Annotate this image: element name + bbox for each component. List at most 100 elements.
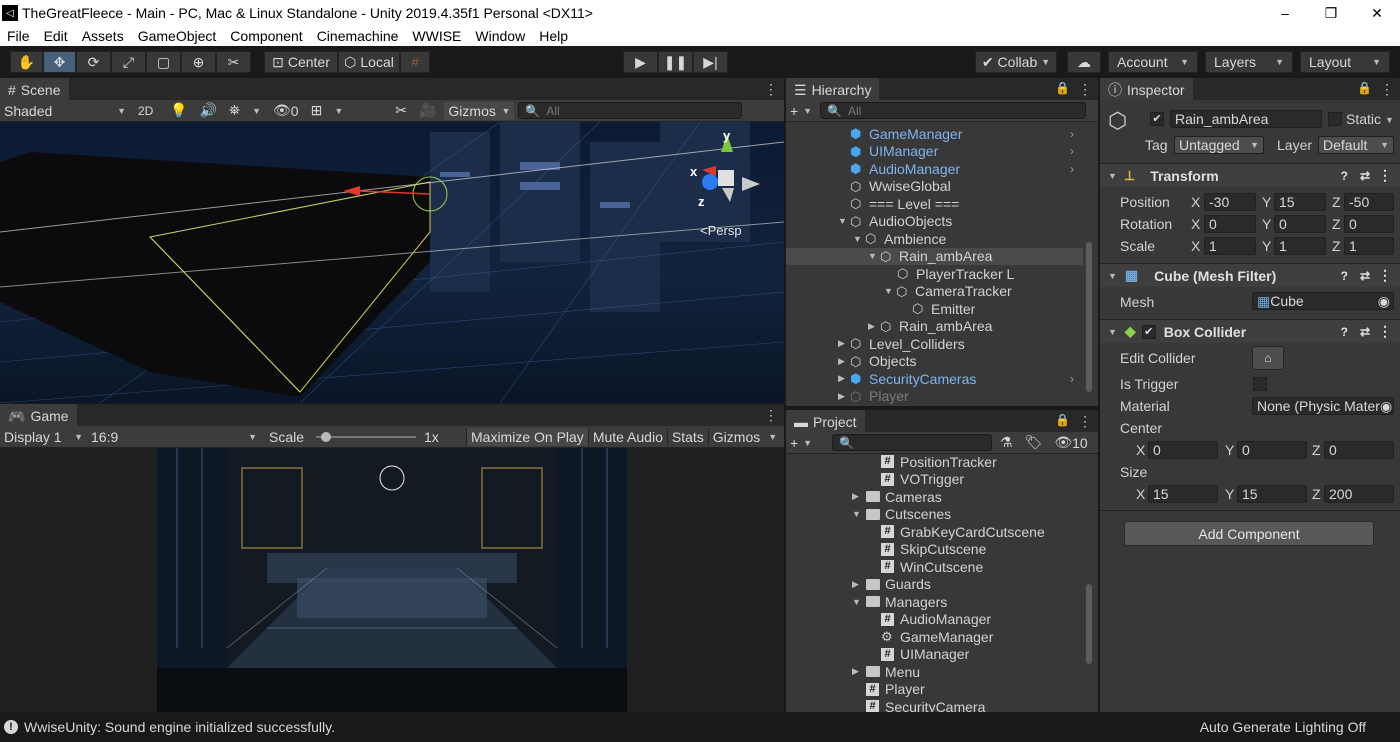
menu-help[interactable]: Help [532,28,575,44]
layers-dropdown[interactable]: Layers ▼ [1205,51,1293,73]
layer-dropdown[interactable]: Default ▼ [1318,136,1394,154]
scale-slider[interactable] [316,428,416,446]
expand-arrow-icon[interactable]: ▼ [852,509,866,519]
center-y-field[interactable]: 0 [1237,441,1307,459]
maximize-on-play-toggle[interactable]: Maximize On Play [466,427,588,446]
lighting-icon[interactable]: 💡 [166,102,191,120]
position-z-field[interactable]: -50 [1344,193,1394,211]
transform-tool-icon[interactable]: ⊕ [181,51,216,73]
layout-dropdown[interactable]: Layout ▼ [1300,51,1390,73]
list-item[interactable]: ▶ Cameras [852,488,942,506]
game-gizmos-toggle[interactable]: Gizmos [707,427,764,446]
tab-inspector[interactable]: ⓘ Inspector [1100,78,1193,100]
project-search-input[interactable]: 🔍 [832,434,992,451]
help-icon[interactable]: ? [1341,325,1348,339]
menu-gameobject[interactable]: GameObject [131,28,224,44]
static-checkbox[interactable] [1328,112,1342,126]
lock-icon[interactable]: 🔒 [1055,81,1070,95]
play-button[interactable]: ▶ [623,51,658,73]
expand-arrow-icon[interactable]: ▼ [1108,271,1117,281]
expand-arrow-icon[interactable]: ▼ [868,251,880,261]
list-item[interactable]: # PositionTracker [881,454,997,471]
list-item[interactable]: ⬢ GameManager [850,125,962,143]
hierarchy-search-input[interactable]: 🔍 All [820,102,1086,119]
active-checkbox[interactable]: ✔ [1150,112,1164,126]
cloud-icon[interactable]: ☁ [1067,51,1101,73]
display-dropdown[interactable]: Display 1 ▼ [0,428,87,446]
expand-arrow-icon[interactable]: ▼ [852,597,866,607]
chevron-right-icon[interactable]: › [1070,372,1074,386]
list-item[interactable]: ⬡ PlayerTracker L [897,265,1014,283]
filter-by-type-icon[interactable]: ⚗ [996,434,1017,452]
menu-assets[interactable]: Assets [75,28,131,44]
box-collider-component-header[interactable]: ▼ ◆ ✔ Box Collider ? ⇄ ⋮ [1100,319,1400,343]
filter-by-label-icon[interactable]: 🏷 [1021,434,1047,452]
list-item[interactable]: ⬡ WwiseGlobal [850,178,951,196]
component-menu-icon[interactable]: ⋮ [1378,267,1392,284]
expand-arrow-icon[interactable]: ▼ [1108,327,1117,337]
size-y-field[interactable]: 15 [1237,485,1307,503]
scene-search-input[interactable]: 🔍 All [518,102,743,119]
create-dropdown[interactable]: + ▼ [786,102,816,120]
list-item[interactable]: ▶ ⬡ Rain_ambArea [868,318,992,336]
panel-menu-icon[interactable]: ⋮ [1078,81,1092,98]
list-item[interactable]: # GrabKeyCardCutscene [881,523,1045,541]
preset-icon[interactable]: ⇄ [1360,269,1370,283]
minimize-button[interactable]: – [1262,5,1308,21]
menu-window[interactable]: Window [468,28,532,44]
projection-toggle[interactable]: <Persp [700,223,742,238]
list-item[interactable]: ▶ ⬡ Objects [838,353,916,371]
aspect-dropdown[interactable]: 16:9 ▼ [87,428,261,446]
enabled-checkbox[interactable]: ✔ [1141,324,1156,339]
list-item[interactable]: ▶ ⬢ SecurityCameras [838,370,976,388]
position-x-field[interactable]: -30 [1204,193,1256,211]
preset-icon[interactable]: ⇄ [1360,169,1370,183]
rect-tool-icon[interactable]: ▢ [146,51,181,73]
lock-icon[interactable]: 🔒 [1357,81,1372,95]
rotation-y-field[interactable]: 0 [1274,215,1326,233]
menu-wwise[interactable]: WWISE [405,28,468,44]
camera-icon[interactable]: 🎥 [415,102,440,120]
panel-menu-icon[interactable]: ⋮ [764,81,778,98]
shading-mode-dropdown[interactable]: Shaded ▼ [0,102,130,120]
menu-cinemachine[interactable]: Cinemachine [310,28,406,44]
close-button[interactable]: ✕ [1354,5,1400,22]
size-z-field[interactable]: 200 [1324,485,1394,503]
object-picker-icon[interactable]: ◉ [1378,293,1390,310]
help-icon[interactable]: ? [1341,269,1348,283]
panel-menu-icon[interactable]: ⋮ [764,407,778,424]
rotation-x-field[interactable]: 0 [1204,215,1256,233]
list-item[interactable]: # UIManager [881,646,969,664]
transform-component-header[interactable]: ▼ ⟂ Transform ? ⇄ ⋮ [1100,163,1400,187]
tag-dropdown[interactable]: Untagged ▼ [1174,136,1264,154]
scale-tool-icon[interactable]: ⤢ [111,51,146,73]
list-item[interactable]: # AudioManager [881,611,991,629]
effects-dropdown-icon[interactable]: ▼ [248,102,265,120]
list-item[interactable]: ▼ ⬡ Ambience [853,230,946,248]
pivot-local-button[interactable]: ⬡ Local [338,51,400,73]
component-menu-icon[interactable]: ⋮ [1378,323,1392,340]
chevron-right-icon[interactable]: › [1070,162,1074,176]
pivot-center-button[interactable]: ⊡ Center [264,51,338,73]
collapse-arrow-icon[interactable]: ▶ [852,666,866,677]
panel-menu-icon[interactable]: ⋮ [1380,81,1394,98]
collapse-arrow-icon[interactable]: ▶ [838,391,850,402]
expand-arrow-icon[interactable]: ▼ [838,216,850,226]
chevron-down-icon[interactable]: ▼ [1385,115,1394,125]
list-item[interactable]: # Player [866,681,925,699]
gizmos-dropdown-icon[interactable]: ▼ [764,428,781,446]
tab-scene[interactable]: # Scene [0,78,69,100]
list-item[interactable]: ▼ ⬡ AudioObjects [838,213,952,231]
expand-arrow-icon[interactable]: ▼ [1108,171,1117,181]
list-item[interactable]: ▼ Cutscenes [852,506,951,524]
tab-project[interactable]: ▬ Project [786,410,865,432]
component-menu-icon[interactable]: ⋮ [1378,167,1392,184]
scale-y-field[interactable]: 1 [1274,237,1326,255]
object-name-field[interactable]: Rain_ambArea [1170,110,1322,128]
tools-icon[interactable]: ✂ [391,102,411,120]
menu-component[interactable]: Component [223,28,309,44]
list-item[interactable]: ▶ ⬡ Level_Colliders [838,335,965,353]
move-tool-icon[interactable]: ✥ [43,51,76,73]
add-component-button[interactable]: Add Component [1124,521,1374,546]
mode-2d-toggle[interactable]: 2D [134,102,162,120]
